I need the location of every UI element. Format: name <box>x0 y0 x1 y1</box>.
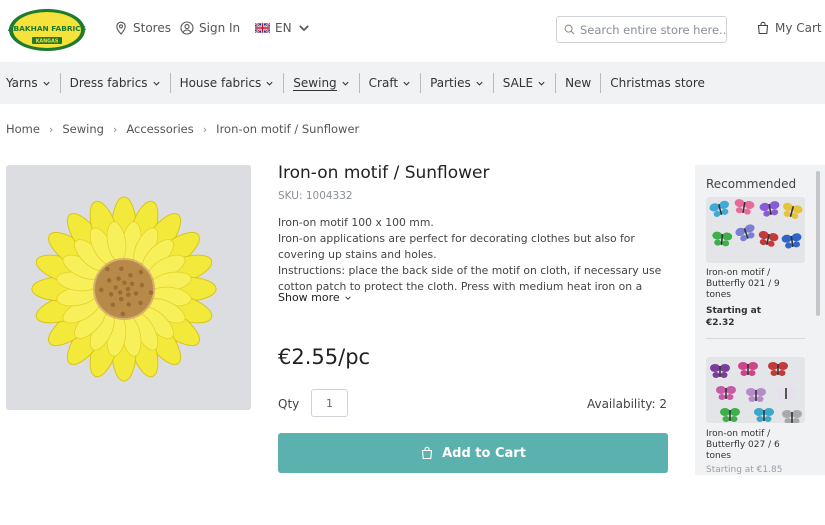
breadcrumb: Home › Sewing › Accessories › Iron-on mo… <box>6 122 359 136</box>
nav-item-house-fabrics[interactable]: House fabrics <box>171 73 285 93</box>
chevron-down-icon <box>403 81 410 86</box>
description-line: Iron-on applications are perfect for dec… <box>278 232 635 261</box>
add-to-cart-label: Add to Cart <box>442 445 526 461</box>
sunflower-motif-image <box>31 196 217 382</box>
recommended-item-name[interactable]: Iron-on motif / Butterfly 021 / 9 tones <box>706 268 806 301</box>
nav-item-parties[interactable]: Parties <box>421 73 494 93</box>
chevron-down-icon <box>266 81 273 86</box>
recommended-item-image[interactable] <box>706 197 805 263</box>
scrollbar[interactable] <box>816 171 820 316</box>
description-line: Instructions: place the back side of the… <box>278 264 662 292</box>
divider <box>706 338 805 339</box>
recommended-item-image[interactable] <box>706 357 805 423</box>
chevron-down-icon <box>538 81 545 86</box>
recommended-item-price: €2.32 <box>706 318 735 328</box>
breadcrumb-home[interactable]: Home <box>6 122 40 136</box>
description-line: Iron-on motif 100 x 100 mm. <box>278 216 434 229</box>
recommended-item-starting: Starting at <box>706 306 762 316</box>
chevron-down-icon <box>152 81 160 86</box>
abakhan-logo[interactable]: ABAKHAN FABRICS KANGAS <box>8 8 86 52</box>
nav-item-new[interactable]: New <box>556 73 602 93</box>
nav-label: Parties <box>430 76 471 90</box>
breadcrumb-current: Iron-on motif / Sunflower <box>216 122 360 136</box>
search-box[interactable] <box>556 16 727 43</box>
availability-text: Availability: 2 <box>586 397 667 411</box>
product-image[interactable] <box>6 165 251 410</box>
nav-item-craft[interactable]: Craft <box>360 73 422 93</box>
main-navigation: Yarns Dress fabrics House fabrics Sewing… <box>0 62 825 104</box>
stores-label: Stores <box>133 21 171 35</box>
sign-in-label: Sign In <box>199 21 241 35</box>
chevron-down-icon <box>476 81 483 86</box>
language-label: EN <box>275 21 292 35</box>
site-header: ABAKHAN FABRICS KANGAS Stores Sign In EN… <box>0 0 825 62</box>
show-more-link[interactable]: Show more <box>278 291 352 304</box>
cart-link[interactable]: My Cart <box>756 21 822 35</box>
language-selector[interactable]: EN <box>255 21 311 35</box>
nav-label: Christmas store <box>610 76 705 90</box>
product-sku: SKU: 1004332 <box>278 190 353 202</box>
product-price: €2.55/pc <box>278 345 371 369</box>
nav-label: SALE <box>502 76 534 90</box>
chevron-down-icon <box>43 81 50 86</box>
show-more-label: Show more <box>278 291 340 304</box>
cart-label: My Cart <box>775 21 822 35</box>
nav-item-yarns[interactable]: Yarns <box>6 73 61 93</box>
search-icon <box>564 24 575 35</box>
add-to-cart-button[interactable]: Add to Cart <box>278 433 668 473</box>
logo-subtext: KANGAS <box>36 39 59 45</box>
qty-label: Qty <box>278 397 300 411</box>
recommended-title: Recommended <box>706 177 797 191</box>
user-icon <box>180 21 194 35</box>
chevron-right-icon: › <box>48 122 54 136</box>
uk-flag-icon <box>255 23 270 33</box>
nav-label: New <box>565 76 592 90</box>
nav-label: House fabrics <box>179 76 262 90</box>
recommended-panel: Recommended Iron-on motif / Butterfly 02… <box>695 165 825 475</box>
recommended-item-starting: Starting at €1.85 <box>706 465 783 475</box>
breadcrumb-accessories[interactable]: Accessories <box>126 122 193 136</box>
nav-item-sale[interactable]: SALE <box>494 73 557 93</box>
nav-label: Yarns <box>6 76 38 90</box>
nav-label: Craft <box>368 76 399 90</box>
chevron-down-icon <box>344 295 351 300</box>
recommended-item-name[interactable]: Iron-on motif / Butterfly 027 / 6 tones <box>706 429 806 462</box>
shopping-bag-icon <box>421 446 433 460</box>
chevron-down-icon <box>298 25 309 32</box>
qty-input[interactable] <box>311 389 348 417</box>
stores-link[interactable]: Stores <box>114 21 171 35</box>
chevron-down-icon <box>342 81 349 86</box>
product-description: Iron-on motif 100 x 100 mm. Iron-on appl… <box>278 215 668 292</box>
nav-label: Sewing <box>293 75 337 91</box>
nav-item-christmas-store[interactable]: Christmas store <box>601 73 714 93</box>
nav-label: Dress fabrics <box>69 76 148 90</box>
chevron-right-icon: › <box>112 122 118 136</box>
nav-item-sewing[interactable]: Sewing <box>284 73 360 93</box>
chevron-right-icon: › <box>202 122 208 136</box>
product-title: Iron-on motif / Sunflower <box>278 163 490 183</box>
sign-in-link[interactable]: Sign In <box>180 21 240 35</box>
search-input[interactable] <box>580 22 725 37</box>
location-pin-icon <box>116 21 126 35</box>
logo-text: ABAKHAN FABRICS <box>8 24 86 33</box>
breadcrumb-sewing[interactable]: Sewing <box>62 122 104 136</box>
nav-item-dress-fabrics[interactable]: Dress fabrics <box>61 73 171 93</box>
butterfly-motifs-image <box>710 362 802 423</box>
shopping-bag-icon <box>757 21 769 35</box>
butterfly-motifs-image <box>709 199 803 249</box>
